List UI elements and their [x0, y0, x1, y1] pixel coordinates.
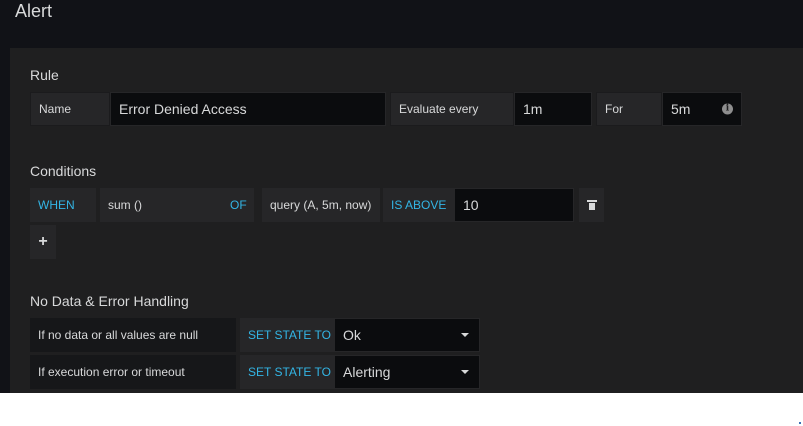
name-input[interactable]: Error Denied Access [110, 92, 386, 126]
for-label: For [596, 92, 662, 126]
conditions-section-title: Conditions [30, 163, 97, 179]
when-keyword: WHEN [30, 188, 96, 222]
name-label: Name [30, 92, 110, 126]
error-state-value: Alerting [343, 364, 391, 380]
execution-error-label: If execution error or timeout [30, 355, 236, 389]
decorative-dot [799, 422, 801, 424]
delete-condition-button[interactable] [579, 188, 604, 222]
set-state-label-error: SET STATE TO [240, 355, 334, 389]
for-input[interactable]: 5m i [662, 92, 742, 126]
no-data-state-value: Ok [343, 327, 361, 343]
reducer-selector[interactable]: sum () [100, 188, 222, 222]
of-keyword: OF [222, 188, 254, 222]
error-state-dropdown[interactable]: Alerting [334, 355, 480, 389]
no-data-section-title: No Data & Error Handling [30, 293, 189, 309]
no-data-label: If no data or all values are null [30, 318, 236, 352]
chevron-down-icon [461, 370, 469, 374]
set-state-label-no-data: SET STATE TO [240, 318, 334, 352]
add-condition-button[interactable]: + [30, 225, 56, 259]
for-value: 5m [671, 101, 691, 117]
rule-section-title: Rule [30, 67, 59, 83]
chevron-down-icon [461, 333, 469, 337]
trash-icon [586, 200, 597, 210]
query-selector[interactable]: query (A, 5m, now) [262, 188, 380, 222]
no-data-state-dropdown[interactable]: Ok [334, 318, 480, 352]
evaluate-every-input[interactable]: 1m [514, 92, 592, 126]
evaluator-selector[interactable]: IS ABOVE [383, 188, 454, 222]
alert-editor: Alert Rule Name Error Denied Access Eval… [0, 0, 803, 393]
evaluate-every-label: Evaluate every [390, 92, 514, 126]
page-title: Alert [15, 1, 53, 21]
alert-panel: Rule Name Error Denied Access Evaluate e… [10, 48, 803, 393]
info-icon[interactable]: i [722, 103, 733, 115]
plus-icon: + [38, 233, 48, 250]
threshold-input[interactable]: 10 [454, 188, 574, 222]
